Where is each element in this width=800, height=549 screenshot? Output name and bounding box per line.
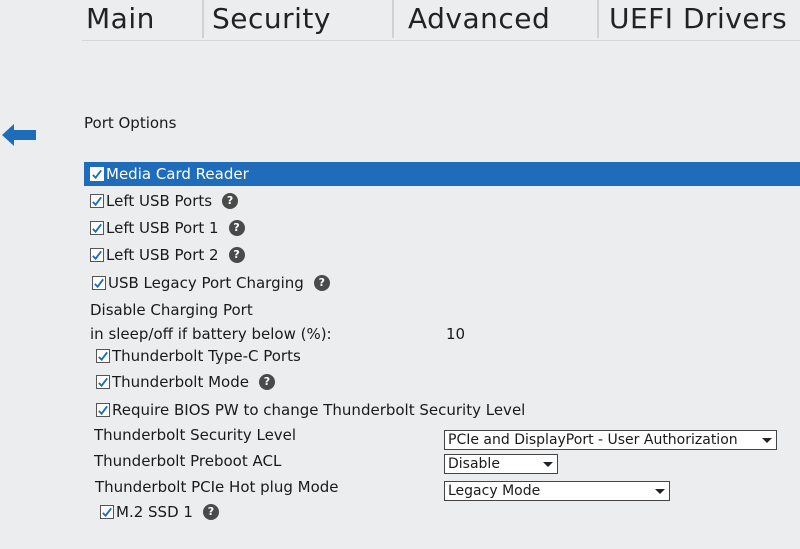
require-bios-pw-label: Require BIOS PW to change Thunderbolt Se… — [112, 401, 526, 419]
disable-charging-label-line1: Disable Charging Port — [90, 301, 253, 319]
back-arrow-icon[interactable] — [2, 124, 36, 146]
usb-legacy-port-charging-checkbox[interactable] — [92, 276, 106, 290]
media-card-reader-checkbox[interactable] — [90, 167, 104, 181]
page-title: Port Options — [84, 114, 177, 132]
left-usb-port-2-label: Left USB Port 2 — [106, 246, 219, 264]
help-icon[interactable]: ? — [313, 275, 330, 291]
tb-hotplug-select[interactable]: Legacy Mode — [444, 481, 670, 501]
require-bios-pw-checkbox[interactable] — [96, 403, 110, 417]
tb-preboot-acl-select[interactable]: Disable — [444, 454, 558, 474]
help-icon[interactable]: ? — [222, 193, 239, 209]
tb-hotplug-label: Thunderbolt PCIe Hot plug Mode — [95, 478, 339, 496]
help-icon[interactable]: ? — [259, 374, 275, 390]
left-usb-ports-checkbox[interactable] — [90, 194, 104, 208]
chevron-down-icon — [762, 437, 772, 443]
m2-ssd-1-option[interactable]: M.2 SSD 1 ? — [100, 502, 219, 522]
left-usb-port-1-option[interactable]: Left USB Port 1 ? — [90, 218, 245, 238]
tab-uefi-drivers[interactable]: UEFI Drivers — [599, 0, 800, 38]
left-usb-port-2-option[interactable]: Left USB Port 2 ? — [90, 245, 245, 265]
thunderbolt-typec-ports-option[interactable]: Thunderbolt Type-C Ports — [96, 346, 301, 366]
tb-security-level-select[interactable]: PCIe and DisplayPort - User Authorizatio… — [444, 430, 777, 450]
left-usb-port-1-checkbox[interactable] — [90, 221, 104, 235]
m2-ssd-1-label: M.2 SSD 1 — [116, 503, 193, 521]
chevron-down-icon — [543, 461, 553, 467]
help-icon[interactable]: ? — [228, 247, 245, 263]
left-usb-port-1-label: Left USB Port 1 — [106, 219, 219, 237]
tab-main[interactable]: Main — [82, 0, 204, 38]
thunderbolt-typec-ports-checkbox[interactable] — [96, 349, 110, 363]
require-bios-pw-option[interactable]: Require BIOS PW to change Thunderbolt Se… — [96, 400, 525, 420]
tb-preboot-acl-value: Disable — [448, 456, 500, 472]
tb-security-level-value: PCIe and DisplayPort - User Authorizatio… — [448, 432, 738, 448]
thunderbolt-mode-checkbox[interactable] — [96, 375, 110, 389]
tb-preboot-acl-label: Thunderbolt Preboot ACL — [94, 452, 282, 470]
left-usb-port-2-checkbox[interactable] — [90, 248, 104, 262]
tab-advanced[interactable]: Advanced — [394, 0, 599, 38]
thunderbolt-mode-label: Thunderbolt Mode — [112, 373, 249, 391]
m2-ssd-1-checkbox[interactable] — [100, 505, 114, 519]
left-usb-ports-option[interactable]: Left USB Ports ? — [90, 191, 239, 211]
thunderbolt-mode-option[interactable]: Thunderbolt Mode ? — [96, 372, 275, 392]
usb-legacy-port-charging-label: USB Legacy Port Charging — [108, 274, 304, 292]
tab-security[interactable]: Security — [204, 0, 394, 38]
disable-charging-label-line2: in sleep/off if battery below (%): — [90, 325, 332, 343]
tab-bar: Main Security Advanced UEFI Drivers — [82, 0, 800, 38]
tb-hotplug-value: Legacy Mode — [448, 483, 541, 499]
chevron-down-icon — [655, 488, 665, 494]
disable-charging-value[interactable]: 10 — [446, 324, 465, 344]
left-usb-ports-label: Left USB Ports — [106, 192, 213, 210]
usb-legacy-port-charging-option[interactable]: USB Legacy Port Charging ? — [92, 273, 330, 293]
media-card-reader-option[interactable]: Media Card Reader — [84, 162, 800, 186]
help-icon[interactable]: ? — [202, 504, 219, 520]
tab-divider — [82, 40, 800, 41]
help-icon[interactable]: ? — [228, 220, 245, 236]
media-card-reader-label: Media Card Reader — [106, 165, 249, 183]
tb-security-level-label: Thunderbolt Security Level — [94, 426, 297, 444]
thunderbolt-typec-ports-label: Thunderbolt Type-C Ports — [112, 347, 301, 365]
